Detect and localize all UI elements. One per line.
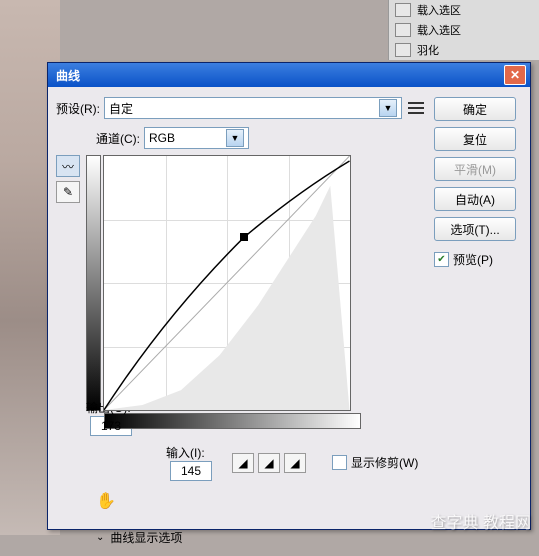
preset-label: 预设(R): xyxy=(56,100,100,117)
auto-button[interactable]: 自动(A) xyxy=(434,187,516,211)
curve-graph[interactable] xyxy=(103,155,351,411)
panel-label: 羽化 xyxy=(417,42,439,58)
dialog-title: 曲线 xyxy=(52,67,504,84)
gray-point-eyedropper[interactable]: ◢ xyxy=(258,453,280,473)
preset-select[interactable]: 自定 ▼ xyxy=(104,97,402,119)
hand-tool-icon[interactable]: ✋ xyxy=(96,491,424,511)
panel-label: 载入选区 xyxy=(417,2,461,18)
titlebar[interactable]: 曲线 ✕ xyxy=(48,63,530,87)
preview-label: 预览(P) xyxy=(453,251,493,268)
layer-icon xyxy=(395,43,411,57)
layer-icon xyxy=(395,23,411,37)
expand-icon: ⌄ xyxy=(96,532,104,543)
watermark: 查字典 教程网 xyxy=(431,509,531,533)
background-panel: 载入选区 载入选区 羽化 xyxy=(388,0,539,60)
pencil-tool[interactable]: ✎ xyxy=(56,181,80,203)
channel-select[interactable]: RGB ▼ xyxy=(144,127,249,149)
input-gradient xyxy=(104,413,361,429)
curve-point[interactable] xyxy=(240,233,248,241)
preset-value: 自定 xyxy=(109,100,133,117)
output-gradient xyxy=(86,155,101,411)
panel-item: 羽化 xyxy=(389,40,539,60)
input-field[interactable]: 145 xyxy=(170,461,212,481)
preview-checkbox[interactable]: ✔ xyxy=(434,252,449,267)
reset-button[interactable]: 复位 xyxy=(434,127,516,151)
ok-button[interactable]: 确定 xyxy=(434,97,516,121)
curves-dialog: 曲线 ✕ 预设(R): 自定 ▼ 通道(C): RGB ▼ xyxy=(47,62,531,530)
histogram xyxy=(104,186,350,410)
preset-menu-icon[interactable] xyxy=(408,101,424,115)
black-point-eyedropper[interactable]: ◢ xyxy=(232,453,254,473)
curve-display-options[interactable]: ⌄ 曲线显示选项 xyxy=(96,529,424,546)
panel-item: 载入选区 xyxy=(389,20,539,40)
close-button[interactable]: ✕ xyxy=(504,65,526,85)
channel-label: 通道(C): xyxy=(96,130,140,147)
show-clipping-label: 显示修剪(W) xyxy=(351,454,418,471)
show-clipping-checkbox[interactable] xyxy=(332,455,347,470)
input-label: 输入(I): xyxy=(166,444,212,461)
chevron-down-icon: ▼ xyxy=(226,129,244,147)
curve-tool[interactable]: 〰 xyxy=(56,155,80,177)
layer-icon xyxy=(395,3,411,17)
panel-label: 载入选区 xyxy=(417,22,461,38)
channel-value: RGB xyxy=(149,131,175,145)
panel-item: 载入选区 xyxy=(389,0,539,20)
options-button[interactable]: 选项(T)... xyxy=(434,217,516,241)
chevron-down-icon: ▼ xyxy=(379,99,397,117)
smooth-button[interactable]: 平滑(M) xyxy=(434,157,516,181)
white-point-eyedropper[interactable]: ◢ xyxy=(284,453,306,473)
expand-label: 曲线显示选项 xyxy=(110,529,182,546)
